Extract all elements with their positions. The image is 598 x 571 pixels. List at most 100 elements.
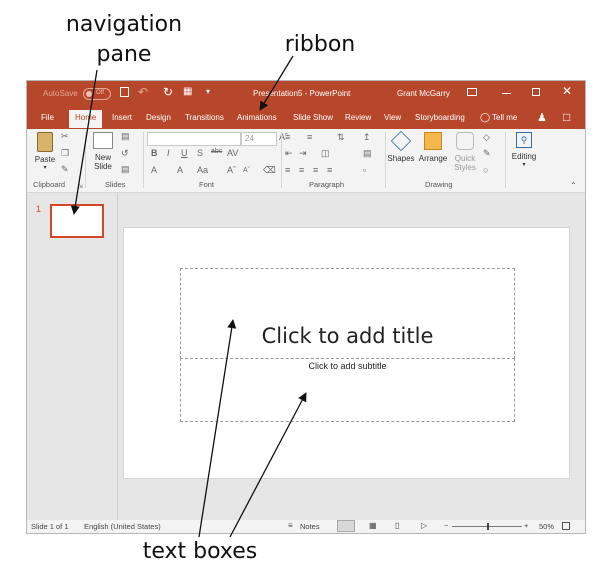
character-spacing-icon[interactable]: AV <box>227 148 238 158</box>
tab-insert[interactable]: Insert <box>112 113 132 122</box>
collapse-ribbon-icon[interactable]: ⌃ <box>570 181 577 190</box>
line-spacing-icon[interactable]: ⇅ <box>337 132 345 143</box>
redo-icon[interactable]: ↻ <box>163 85 173 99</box>
shadow-icon[interactable]: S <box>197 148 203 158</box>
slideshow-icon[interactable]: ▷ <box>421 521 427 530</box>
quick-styles-icon <box>456 132 474 150</box>
numbering-icon[interactable]: ≡ <box>307 132 312 142</box>
shape-effects-icon[interactable]: ○ <box>483 165 488 175</box>
customize-toolbar-icon[interactable]: ▾ <box>206 87 210 96</box>
italic-icon[interactable]: I <box>167 148 170 158</box>
notes-button[interactable]: Notes <box>300 522 320 531</box>
tab-view[interactable]: View <box>384 113 401 122</box>
paste-button[interactable]: Paste ▾ <box>33 132 57 171</box>
paste-label: Paste <box>34 155 56 164</box>
subtitle-placeholder[interactable]: Click to add subtitle <box>180 358 515 422</box>
align-text-icon[interactable]: ▤ <box>363 148 372 159</box>
undo-icon[interactable]: ↶ <box>138 85 148 99</box>
slide-sorter-icon[interactable]: ▦ <box>369 521 377 530</box>
slide-thumbnail[interactable] <box>50 204 104 238</box>
share-icon[interactable]: ♟ <box>537 111 547 124</box>
fit-to-window-icon[interactable] <box>562 522 570 530</box>
arrange-button[interactable]: Arrange <box>417 132 449 163</box>
callout-navigation-pane: navigation pane <box>52 10 196 70</box>
shapes-button[interactable]: Shapes <box>387 130 415 163</box>
quick-styles-label-2: Styles <box>454 163 476 172</box>
tab-design[interactable]: Design <box>146 113 171 122</box>
quick-styles-button[interactable]: Quick Styles <box>451 132 479 172</box>
toggle-knob-icon <box>86 91 92 97</box>
slide-canvas: Click to add title Click to add subtitle <box>123 227 570 479</box>
tab-home[interactable]: Home <box>69 110 103 128</box>
font-color-icon[interactable]: A <box>151 165 157 175</box>
shape-fill-icon[interactable]: ◇ <box>483 132 490 143</box>
zoom-level[interactable]: 50% <box>539 522 554 531</box>
copy-icon[interactable]: ❐ <box>61 148 69 159</box>
align-right-icon[interactable]: ≡ <box>313 165 318 175</box>
clipboard-launcher-icon[interactable]: ⇲ <box>78 183 83 190</box>
clear-formatting-icon[interactable]: ⌫ <box>263 165 276 176</box>
columns-icon[interactable]: ◫ <box>321 148 330 159</box>
shapes-icon <box>390 130 412 152</box>
close-icon[interactable]: ✕ <box>562 84 572 98</box>
align-left-icon[interactable]: ≡ <box>285 165 290 175</box>
ribbon: Paste ▾ ✂ ❐ ✎ Clipboard ⇲ New Slide ▤ ↺ … <box>27 129 585 193</box>
align-center-icon[interactable]: ≡ <box>299 165 304 175</box>
strikethrough-icon[interactable]: abc <box>211 148 222 155</box>
text-direction-icon[interactable]: ↥ <box>363 132 371 143</box>
layout-icon[interactable]: ▤ <box>121 131 130 142</box>
tab-transitions[interactable]: Transitions <box>185 113 224 122</box>
zoom-out-button[interactable]: − <box>444 521 448 530</box>
bullets-icon[interactable]: ≡ <box>285 132 290 142</box>
minimize-icon[interactable] <box>502 93 511 94</box>
zoom-in-button[interactable]: + <box>524 521 528 530</box>
tab-animations[interactable]: Animations <box>237 113 277 122</box>
smartart-icon[interactable]: ▫ <box>363 165 366 175</box>
section-icon[interactable]: ▤ <box>121 164 130 175</box>
ribbon-display-options-icon[interactable] <box>467 88 477 96</box>
bold-icon[interactable]: B <box>151 148 158 158</box>
comments-icon[interactable]: □ <box>563 110 570 124</box>
start-from-beginning-icon[interactable]: ▦ <box>183 86 192 97</box>
font-size-box[interactable]: 24 <box>241 132 277 146</box>
language-indicator[interactable]: English (United States) <box>84 522 161 531</box>
work-area: 1 Click to add title Click to add subtit… <box>27 193 585 520</box>
shape-outline-icon[interactable]: ✎ <box>483 148 491 159</box>
cut-icon[interactable]: ✂ <box>61 131 69 142</box>
change-case-icon[interactable]: Aa <box>197 165 208 175</box>
text-effects-icon[interactable]: A <box>177 165 183 175</box>
find-icon: ⚲ <box>516 132 532 148</box>
tab-review[interactable]: Review <box>345 113 371 122</box>
group-label-slides: Slides <box>105 180 126 189</box>
callout-text-boxes: text boxes <box>142 539 258 564</box>
font-size-value: 24 <box>245 134 254 143</box>
chevron-down-icon: ▾ <box>522 162 526 168</box>
group-label-paragraph: Paragraph <box>309 180 345 189</box>
decrease-indent-icon[interactable]: ⇤ <box>285 148 293 159</box>
editing-button[interactable]: ⚲ Editing ▾ <box>509 132 539 168</box>
tab-slide-show[interactable]: Slide Show <box>293 113 333 122</box>
callout-ribbon: ribbon <box>284 32 356 57</box>
save-icon[interactable] <box>120 87 129 97</box>
format-painter-icon[interactable]: ✎ <box>61 164 69 175</box>
zoom-slider[interactable] <box>452 523 522 530</box>
justify-icon[interactable]: ≡ <box>327 165 332 175</box>
user-name[interactable]: Grant McGarry <box>397 89 450 98</box>
normal-view-icon[interactable] <box>337 520 355 532</box>
reading-view-icon[interactable]: ▯ <box>395 521 399 530</box>
shapes-label: Shapes <box>387 154 415 163</box>
tab-storyboarding[interactable]: Storyboarding <box>415 113 465 122</box>
underline-icon[interactable]: U <box>181 148 188 158</box>
autosave-toggle[interactable]: Off <box>83 88 111 100</box>
title-placeholder[interactable]: Click to add title <box>180 268 515 359</box>
shrink-font-icon[interactable]: Aˇ <box>243 167 250 174</box>
grow-font-icon[interactable]: Aˆ <box>227 165 236 175</box>
tab-file[interactable]: File <box>41 113 54 122</box>
maximize-icon[interactable] <box>532 88 540 96</box>
new-slide-button[interactable]: New Slide <box>89 132 117 171</box>
zoom-slider-thumb[interactable] <box>487 523 489 530</box>
tab-tell-me[interactable]: Tell me <box>492 113 517 122</box>
reset-icon[interactable]: ↺ <box>121 148 129 159</box>
font-name-box[interactable] <box>147 132 241 146</box>
increase-indent-icon[interactable]: ⇥ <box>299 148 307 159</box>
